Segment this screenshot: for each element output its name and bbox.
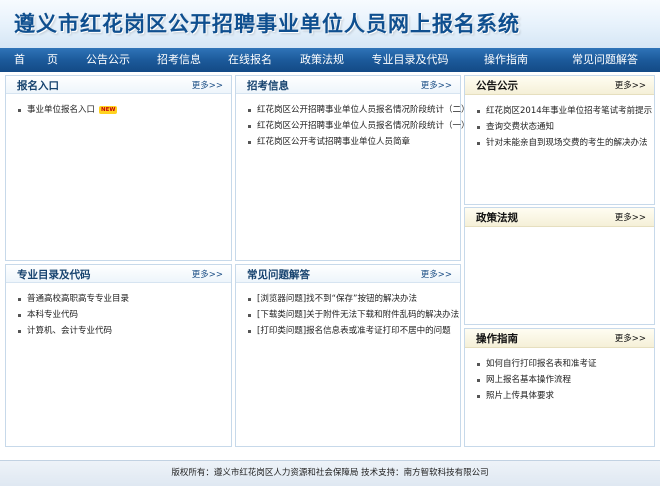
list-item[interactable]: 针对未能亲自到现场交费的考生的解决办法 bbox=[477, 135, 654, 151]
panel-title: 常见问题解答 bbox=[247, 269, 310, 281]
nav-faq[interactable]: 常见问题解答 bbox=[550, 48, 660, 72]
faq-list: [浏览器问题]找不到“保存”按钮的解决办法 [下载类问题]关于附件无法下载和附件… bbox=[236, 283, 460, 339]
panel-title: 操作指南 bbox=[476, 333, 518, 345]
panel-header: 报名入口 更多>> bbox=[6, 76, 231, 94]
announcements-list: 红花岗区2014年事业单位招考笔试考前提示 查询交费状态通知 针对未能亲自到现场… bbox=[465, 95, 654, 151]
more-link[interactable]: 更多>> bbox=[615, 211, 646, 223]
list-item[interactable]: 普通高校高职高专专业目录 bbox=[18, 291, 231, 307]
panel-title: 专业目录及代码 bbox=[17, 269, 91, 281]
policies-panel: 政策法规 更多>> bbox=[464, 207, 655, 325]
list-item[interactable]: 查询交费状态通知 bbox=[477, 119, 654, 135]
list-item-text: 事业单位报名入口 bbox=[27, 105, 96, 115]
list-item[interactable]: 红花岗区公开考试招聘事业单位人员简章 bbox=[248, 134, 460, 150]
nav-online-registration[interactable]: 在线报名 bbox=[214, 48, 286, 72]
nav-announcements[interactable]: 公告公示 bbox=[72, 48, 144, 72]
panel-header: 专业目录及代码 更多>> bbox=[6, 265, 231, 283]
site-header: 遵义市红花岗区公开招聘事业单位人员网上报名系统 bbox=[0, 0, 660, 48]
more-link[interactable]: 更多>> bbox=[615, 79, 646, 91]
exam-info-list: 红花岗区公开招聘事业单位人员报名情况阶段统计（二） 红花岗区公开招聘事业单位人员… bbox=[236, 94, 470, 150]
panel-header: 公告公示 更多>> bbox=[465, 76, 654, 95]
registration-entry-link[interactable]: 事业单位报名入口 NEW bbox=[18, 102, 231, 118]
site-title: 遵义市红花岗区公开招聘事业单位人员网上报名系统 bbox=[14, 11, 520, 36]
list-item[interactable]: [打印类问题]报名信息表或准考证打印不居中的问题 bbox=[248, 323, 460, 339]
more-link[interactable]: 更多>> bbox=[615, 332, 646, 344]
faq-panel: 常见问题解答 更多>> [浏览器问题]找不到“保存”按钮的解决办法 [下载类问题… bbox=[235, 264, 461, 447]
site-footer: 版权所有：遵义市红花岗区人力资源和社会保障局 技术支持：南方智软科技有限公司 bbox=[0, 460, 660, 486]
nav-exam-info[interactable]: 招考信息 bbox=[144, 48, 214, 72]
list-item[interactable]: 红花岗区2014年事业单位招考笔试考前提示 bbox=[477, 103, 654, 119]
panel-header: 招考信息 更多>> bbox=[236, 76, 460, 94]
announcements-panel: 公告公示 更多>> 红花岗区2014年事业单位招考笔试考前提示 查询交费状态通知… bbox=[464, 75, 655, 205]
list-item[interactable]: 照片上传具体要求 bbox=[477, 388, 654, 404]
registration-panel: 报名入口 更多>> 事业单位报名入口 NEW bbox=[5, 75, 232, 261]
new-badge-icon: NEW bbox=[99, 105, 118, 114]
more-link[interactable]: 更多>> bbox=[421, 268, 452, 280]
more-link[interactable]: 更多>> bbox=[421, 79, 452, 91]
panel-header: 常见问题解答 更多>> bbox=[236, 265, 460, 283]
list-item[interactable]: [浏览器问题]找不到“保存”按钮的解决办法 bbox=[248, 291, 460, 307]
nav-policies[interactable]: 政策法规 bbox=[286, 48, 358, 72]
nav-guide[interactable]: 操作指南 bbox=[462, 48, 550, 72]
panel-header: 政策法规 更多>> bbox=[465, 208, 654, 227]
more-link[interactable]: 更多>> bbox=[192, 268, 223, 280]
exam-info-panel: 招考信息 更多>> 红花岗区公开招聘事业单位人员报名情况阶段统计（二） 红花岗区… bbox=[235, 75, 470, 261]
list-item[interactable]: 红花岗区公开招聘事业单位人员报名情况阶段统计（二） bbox=[248, 102, 470, 118]
guide-panel: 操作指南 更多>> 如何自行打印报名表和准考证 网上报名基本操作流程 照片上传具… bbox=[464, 328, 655, 447]
panel-title: 招考信息 bbox=[247, 80, 289, 92]
list-item[interactable]: 如何自行打印报名表和准考证 bbox=[477, 356, 654, 372]
nav-majors[interactable]: 专业目录及代码 bbox=[358, 48, 462, 72]
footer-copyright: 版权所有：遵义市红花岗区人力资源和社会保障局 技术支持：南方智软科技有限公司 bbox=[171, 468, 489, 478]
nav-home[interactable]: 首 页 bbox=[0, 48, 72, 72]
panel-title: 报名入口 bbox=[17, 80, 59, 92]
list-item[interactable]: [下载类问题]关于附件无法下载和附件乱码的解决办法 bbox=[248, 307, 460, 323]
majors-list: 普通高校高职高专专业目录 本科专业代码 计算机、会计专业代码 bbox=[6, 283, 231, 339]
more-link[interactable]: 更多>> bbox=[192, 79, 223, 91]
list-item[interactable]: 网上报名基本操作流程 bbox=[477, 372, 654, 388]
guide-list: 如何自行打印报名表和准考证 网上报名基本操作流程 照片上传具体要求 bbox=[465, 348, 654, 404]
panel-header: 操作指南 更多>> bbox=[465, 329, 654, 348]
panel-title: 政策法规 bbox=[476, 212, 518, 224]
registration-list: 事业单位报名入口 NEW bbox=[6, 94, 231, 118]
list-item[interactable]: 计算机、会计专业代码 bbox=[18, 323, 231, 339]
list-item[interactable]: 本科专业代码 bbox=[18, 307, 231, 323]
list-item[interactable]: 红花岗区公开招聘事业单位人员报名情况阶段统计（一） bbox=[248, 118, 470, 134]
majors-panel: 专业目录及代码 更多>> 普通高校高职高专专业目录 本科专业代码 计算机、会计专… bbox=[5, 264, 232, 447]
main-nav: 首 页 公告公示 招考信息 在线报名 政策法规 专业目录及代码 操作指南 常见问… bbox=[0, 48, 660, 72]
panel-title: 公告公示 bbox=[476, 80, 518, 92]
